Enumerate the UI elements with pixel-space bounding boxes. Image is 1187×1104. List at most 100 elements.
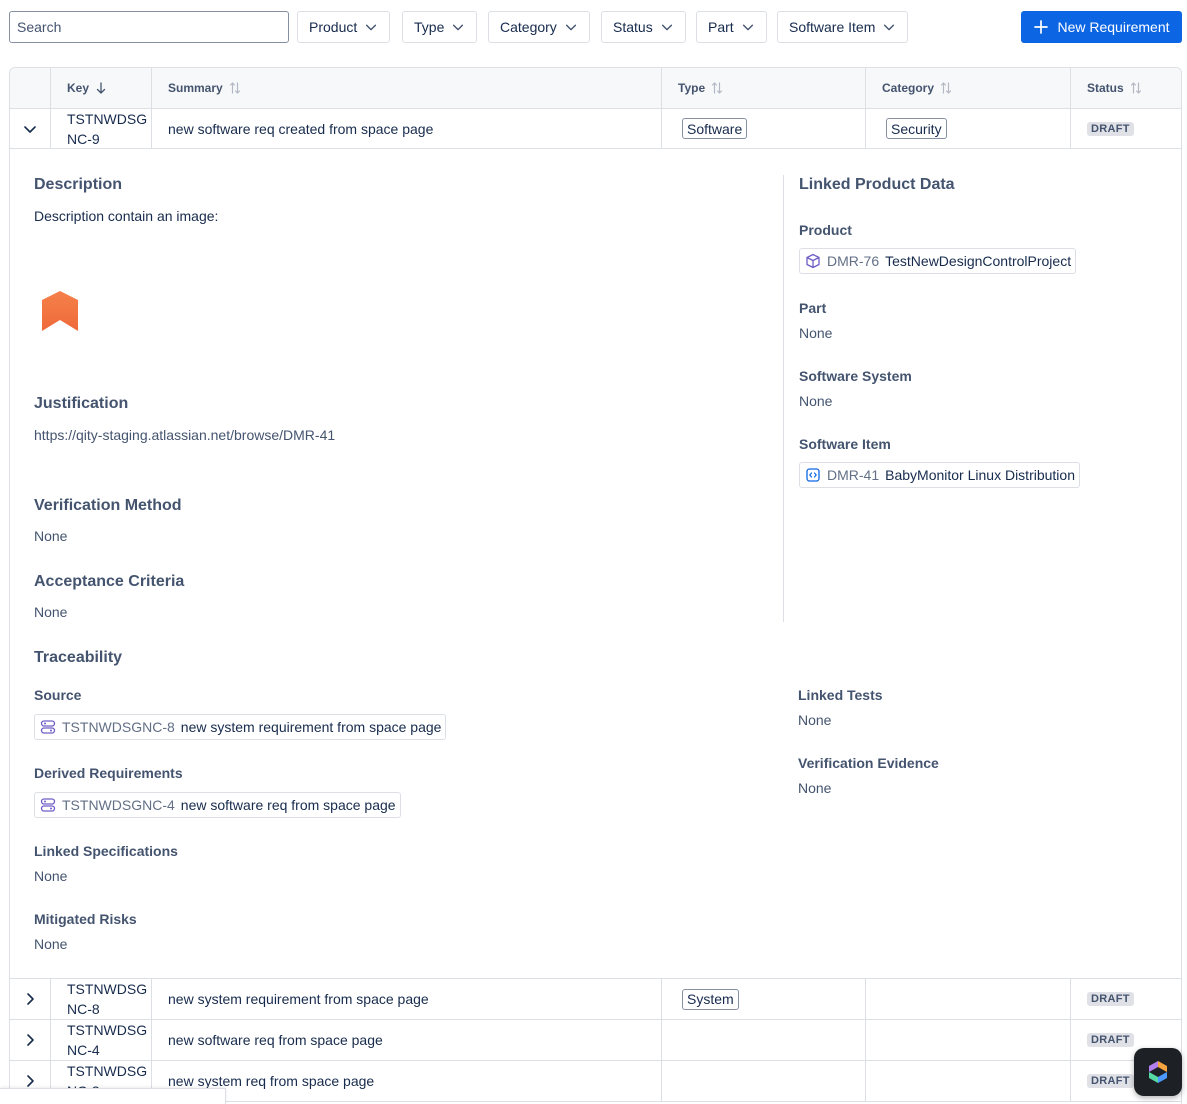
search-input[interactable]	[9, 11, 289, 43]
product-chip-key: DMR-76	[827, 253, 880, 269]
row-summary[interactable]: new software req from space page	[168, 1032, 383, 1048]
column-header-label: Status	[1087, 81, 1124, 95]
filter-label: Category	[500, 19, 557, 35]
derived-chip-name: new software req from space page	[180, 797, 396, 813]
linked-tests-value: None	[798, 712, 832, 728]
assistant-logo-icon	[1149, 1061, 1167, 1083]
table-header: Key Summary Type Category Status	[10, 68, 1181, 109]
filter-label: Status	[613, 19, 653, 35]
cube-icon	[806, 253, 820, 269]
filter-product-button[interactable]: Product	[297, 11, 391, 43]
column-header-status[interactable]: Status	[1071, 68, 1181, 108]
row-category-cell: Security	[866, 109, 1071, 148]
verification-evidence-label: Verification Evidence	[798, 755, 939, 771]
row-category-cell	[866, 979, 1071, 1019]
bookmark-logo-icon	[42, 291, 78, 331]
row-key[interactable]: TSTNWDSGNC-8	[67, 979, 149, 1019]
column-header-type[interactable]: Type	[662, 68, 866, 108]
chevron-right-icon	[27, 993, 34, 1005]
requirements-table: Key Summary Type Category Status TSTNWDS…	[9, 67, 1182, 1104]
traceability-heading: Traceability	[34, 649, 123, 666]
software-item-chip-key: DMR-41	[827, 467, 880, 483]
chevron-down-icon	[742, 24, 753, 31]
derived-requirement-chip[interactable]: TSTNWDSGNC-4 new software req from space…	[34, 792, 401, 818]
filter-category-button[interactable]: Category	[488, 11, 590, 43]
filter-label: Product	[309, 19, 358, 35]
source-chip-name: new system requirement from space page	[180, 719, 442, 735]
row-expand-button[interactable]	[10, 979, 51, 1019]
row-status-cell: DRAFT	[1071, 109, 1181, 148]
table-row[interactable]: TSTNWDSGNC-8 new system requirement from…	[10, 979, 1181, 1020]
filter-label: Part	[708, 19, 734, 35]
row-type-cell	[662, 1020, 866, 1060]
table-row[interactable]: TSTNWDSGNC-4 new software req from space…	[10, 1020, 1181, 1061]
filter-type-button[interactable]: Type	[402, 11, 478, 43]
row-key-cell: TSTNWDSGNC-4	[51, 1020, 152, 1060]
derived-requirements-label: Derived Requirements	[34, 765, 183, 781]
mitigated-risks-label: Mitigated Risks	[34, 911, 137, 927]
row-summary-cell: new software req from space page	[152, 1020, 662, 1060]
table-row[interactable]: TSTNWDSGNC-9 new software req created fr…	[10, 109, 1181, 149]
row-summary[interactable]: new software req created from space page	[168, 121, 433, 137]
column-header-label: Category	[882, 81, 935, 95]
column-header-summary[interactable]: Summary	[152, 68, 662, 108]
product-label: Product	[799, 222, 852, 238]
row-summary-cell: new software req created from space page	[152, 109, 662, 148]
row-summary[interactable]: new system req from space page	[168, 1073, 374, 1089]
arrow-down-icon	[96, 82, 106, 94]
linked-specifications-value: None	[34, 868, 68, 884]
software-system-value: None	[799, 393, 833, 409]
row-type-cell	[662, 1061, 866, 1101]
filter-software-item-button[interactable]: Software Item	[777, 11, 909, 43]
row-expand-button[interactable]	[10, 1020, 51, 1060]
sort-icon	[712, 82, 723, 94]
row-summary[interactable]: new system requirement from space page	[168, 991, 429, 1007]
mitigated-risks-value: None	[34, 936, 68, 952]
column-header-label: Type	[678, 81, 706, 95]
column-header-category[interactable]: Category	[866, 68, 1071, 108]
software-item-chip-name: BabyMonitor Linux Distribution	[885, 467, 1075, 483]
header-expander-cell	[10, 68, 51, 108]
vertical-divider	[783, 175, 784, 622]
type-lozenge: System	[682, 988, 739, 1010]
part-label: Part	[799, 300, 827, 316]
status-badge: DRAFT	[1087, 1033, 1134, 1047]
product-chip-name: TestNewDesignControlProject	[885, 253, 1072, 269]
verification-evidence-value: None	[798, 780, 832, 796]
derived-chip-key: TSTNWDSGNC-4	[62, 797, 175, 813]
software-item-chip[interactable]: DMR-41 BabyMonitor Linux Distribution	[799, 462, 1080, 488]
source-chip[interactable]: TSTNWDSGNC-8 new system requirement from…	[34, 714, 447, 740]
chevron-down-icon	[366, 24, 377, 31]
status-badge: DRAFT	[1087, 1074, 1134, 1088]
plus-icon	[1034, 20, 1049, 34]
column-header-key[interactable]: Key	[51, 68, 152, 108]
row-key[interactable]: TSTNWDSGNC-4	[67, 1020, 149, 1060]
category-lozenge: Security	[886, 118, 947, 139]
product-chip[interactable]: DMR-76 TestNewDesignControlProject	[799, 248, 1077, 274]
row-category-cell	[866, 1020, 1071, 1060]
new-requirement-button[interactable]: New Requirement	[1021, 11, 1182, 43]
description-text: Description contain an image:	[34, 208, 219, 224]
linked-tests-label: Linked Tests	[798, 687, 883, 703]
chevron-right-icon	[27, 1034, 34, 1046]
column-header-label: Key	[67, 81, 90, 95]
row-category-cell	[866, 1061, 1071, 1101]
row-key-cell: TSTNWDSGNC-8	[51, 979, 152, 1019]
sort-icon	[940, 82, 952, 94]
source-chip-key: TSTNWDSGNC-8	[62, 719, 175, 735]
filter-part-button[interactable]: Part	[696, 11, 767, 43]
filter-label: Type	[414, 19, 445, 35]
assistant-launcher-button[interactable]	[1134, 1048, 1182, 1096]
chevron-down-icon	[884, 24, 895, 31]
row-collapse-button[interactable]	[10, 109, 51, 148]
requirement-icon	[40, 798, 56, 812]
sort-icon	[1130, 82, 1141, 94]
requirement-detail-panel: Description Description contain an image…	[10, 149, 1181, 979]
filter-status-button[interactable]: Status	[601, 11, 686, 43]
verification-method-heading: Verification Method	[34, 497, 182, 514]
description-heading: Description	[34, 176, 123, 193]
status-badge: DRAFT	[1087, 121, 1134, 136]
acceptance-criteria-heading: Acceptance Criteria	[34, 573, 185, 590]
row-key[interactable]: TSTNWDSGNC-9	[67, 109, 149, 149]
requirement-icon	[40, 720, 56, 734]
